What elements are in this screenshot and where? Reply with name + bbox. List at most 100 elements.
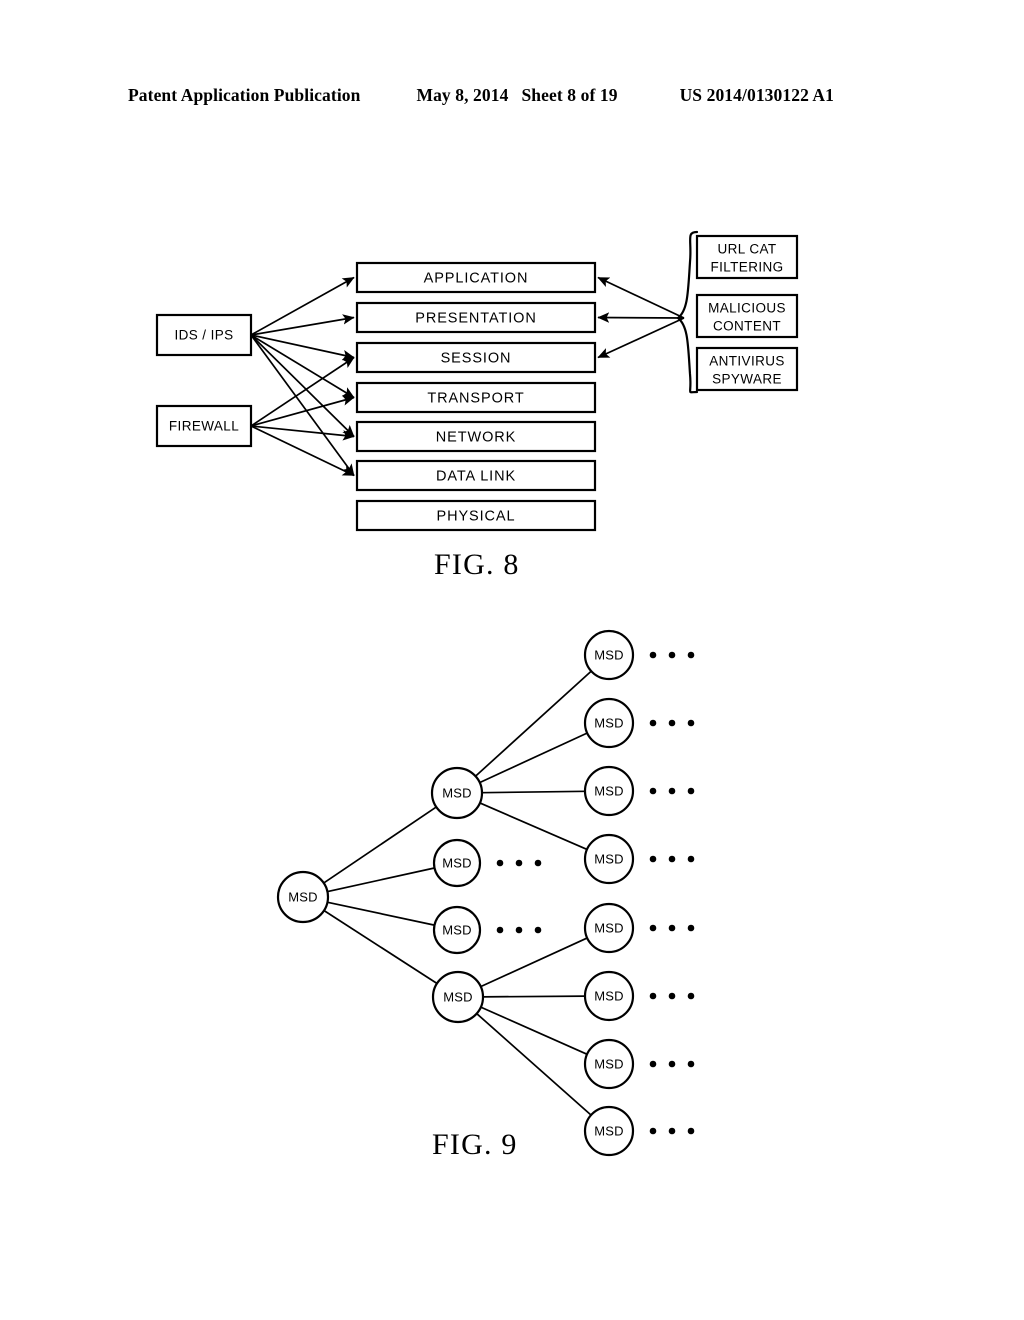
ellipsis-dot [534, 859, 542, 867]
tree-edge-l1-d-to-l2-d2 [481, 995, 587, 998]
msd-node-l1-d[interactable]: MSD [431, 970, 485, 1024]
arrow-firewall-to-session [250, 356, 355, 427]
osi-layer-physical[interactable]: PHYSICAL [355, 499, 597, 532]
osi-layer-label: APPLICATION [424, 270, 529, 286]
security-source-firewall[interactable]: FIREWALL [155, 404, 253, 448]
security-service-label: MALICIOUS [708, 301, 786, 316]
ellipsis-dot [687, 855, 695, 863]
msd-node-l2-a2[interactable]: MSD [583, 697, 635, 749]
figure-9-tree-nodes: MSD MSD MSD MSD MSD MSD MSD MSD MSD MSD MSD MSD MSD [276, 629, 695, 1157]
msd-node-ellipsis [649, 651, 695, 659]
msd-node-label: MSD [442, 785, 472, 800]
arrow-firewall-to-network [250, 425, 355, 441]
ellipsis-dot [668, 787, 676, 795]
msd-node-ellipsis [649, 855, 695, 863]
figure-8-security-services: URL CAT FILTERING MALICIOUS CONTENT ANTIVIRU… [695, 234, 799, 392]
msd-node-l2-d2[interactable]: MSD [583, 970, 635, 1022]
ellipsis-dot [649, 719, 657, 727]
msd-node-l2-a1[interactable]: MSD [583, 629, 635, 681]
msd-node-ellipsis [649, 1127, 695, 1135]
ellipsis-dot [668, 1127, 676, 1135]
msd-node-l2-d3[interactable]: MSD [583, 1038, 635, 1090]
service-group-brace [676, 230, 699, 394]
msd-node-label: MSD [442, 855, 472, 870]
ellipsis-dot [687, 651, 695, 659]
arrow-firewall-to-data-link [250, 425, 355, 477]
arrow-services-to-application [597, 276, 685, 319]
msd-node-l1-a[interactable]: MSD [430, 766, 484, 820]
ellipsis-dot [496, 926, 504, 934]
tree-edge-l1-d-to-l2-d1 [479, 936, 589, 988]
arrow-ids-ips-to-session [250, 334, 355, 361]
tree-edge-root-to-l1-b [326, 866, 436, 893]
msd-node-label: MSD [594, 1123, 624, 1138]
msd-node-ellipsis [649, 992, 695, 1000]
figure-9-diagram: MSD MSD MSD MSD MSD MSD MSD MSD MSD MSD MSD MSD MSD [276, 629, 695, 1157]
security-source-label: FIREWALL [169, 419, 239, 434]
msd-node-label: MSD [594, 647, 624, 662]
msd-node-l2-d4[interactable]: MSD [583, 1105, 635, 1157]
tree-edge-l1-a-to-l2-a1 [474, 669, 593, 778]
ellipsis-dot [668, 651, 676, 659]
security-service-url-cat-filtering[interactable]: URL CAT FILTERING [695, 234, 799, 280]
msd-node-l1-c[interactable]: MSD [432, 905, 482, 955]
osi-layer-label: NETWORK [436, 429, 516, 445]
security-source-ids-ips[interactable]: IDS / IPS [155, 313, 253, 357]
tree-edge-l1-a-to-l2-a3 [480, 790, 587, 794]
osi-layer-network[interactable]: NETWORK [355, 420, 597, 453]
arrow-services-to-presentation [597, 312, 685, 323]
figure-9-tree-edges [322, 669, 593, 1117]
arrow-ids-ips-to-transport [250, 334, 355, 399]
osi-layer-data-link[interactable]: DATA LINK [355, 459, 597, 492]
ellipsis-dot [649, 787, 657, 795]
security-service-label: URL CAT [717, 242, 776, 257]
ellipsis-dot [687, 924, 695, 932]
tree-edge-l1-d-to-l2-d4 [475, 1012, 593, 1117]
ellipsis-dot [534, 926, 542, 934]
drawings-canvas: APPLICATION PRESENTATION SESSION TRANSPORT N… [155, 230, 799, 1157]
osi-layer-application[interactable]: APPLICATION [355, 261, 597, 294]
msd-node-ellipsis [496, 859, 542, 867]
ellipsis-dot [668, 855, 676, 863]
ellipsis-dot [687, 992, 695, 1000]
msd-node-l1-b[interactable]: MSD [432, 838, 482, 888]
ellipsis-dot [649, 924, 657, 932]
msd-node-label: MSD [594, 1056, 624, 1071]
msd-node-l2-a3[interactable]: MSD [583, 765, 635, 817]
msd-node-root[interactable]: MSD [276, 870, 330, 924]
figure-9-caption: FIG. 9 [432, 1128, 518, 1161]
ellipsis-dot [649, 651, 657, 659]
security-service-malicious-content[interactable]: MALICIOUS CONTENT [695, 293, 799, 339]
figure-8-security-sources: IDS / IPS FIREWALL [155, 313, 253, 448]
osi-layer-session[interactable]: SESSION [355, 341, 597, 374]
osi-layer-label: TRANSPORT [427, 390, 524, 406]
ellipsis-dot [649, 1127, 657, 1135]
figure-8-osi-layer-stack: APPLICATION PRESENTATION SESSION TRANSPORT N… [355, 261, 597, 532]
security-source-label: IDS / IPS [174, 328, 233, 343]
msd-node-label: MSD [594, 988, 624, 1003]
msd-node-l2-d1[interactable]: MSD [583, 902, 635, 954]
figure-8-diagram: APPLICATION PRESENTATION SESSION TRANSPORT N… [155, 230, 799, 532]
msd-node-ellipsis [649, 1060, 695, 1068]
figure-8-caption: FIG. 8 [434, 548, 520, 581]
osi-layer-label: PHYSICAL [437, 508, 516, 524]
msd-node-ellipsis [496, 926, 542, 934]
arrow-services-to-session [597, 317, 685, 359]
ellipsis-dot [668, 719, 676, 727]
ellipsis-dot [687, 1060, 695, 1068]
osi-layer-label: DATA LINK [436, 468, 516, 484]
osi-layer-label: PRESENTATION [415, 310, 536, 326]
osi-layer-presentation[interactable]: PRESENTATION [355, 301, 597, 334]
osi-layer-transport[interactable]: TRANSPORT [355, 381, 597, 414]
msd-node-label: MSD [594, 920, 624, 935]
ellipsis-dot [668, 1060, 676, 1068]
msd-node-label: MSD [442, 922, 472, 937]
ellipsis-dot [649, 855, 657, 863]
msd-node-label: MSD [594, 851, 624, 866]
security-service-label: FILTERING [710, 260, 783, 275]
ellipsis-dot [649, 992, 657, 1000]
msd-node-label: MSD [288, 889, 318, 904]
ellipsis-dot [649, 1060, 657, 1068]
msd-node-l2-a4[interactable]: MSD [583, 833, 635, 885]
security-service-antivirus-spyware[interactable]: ANTIVIRUS SPYWARE [695, 346, 799, 392]
